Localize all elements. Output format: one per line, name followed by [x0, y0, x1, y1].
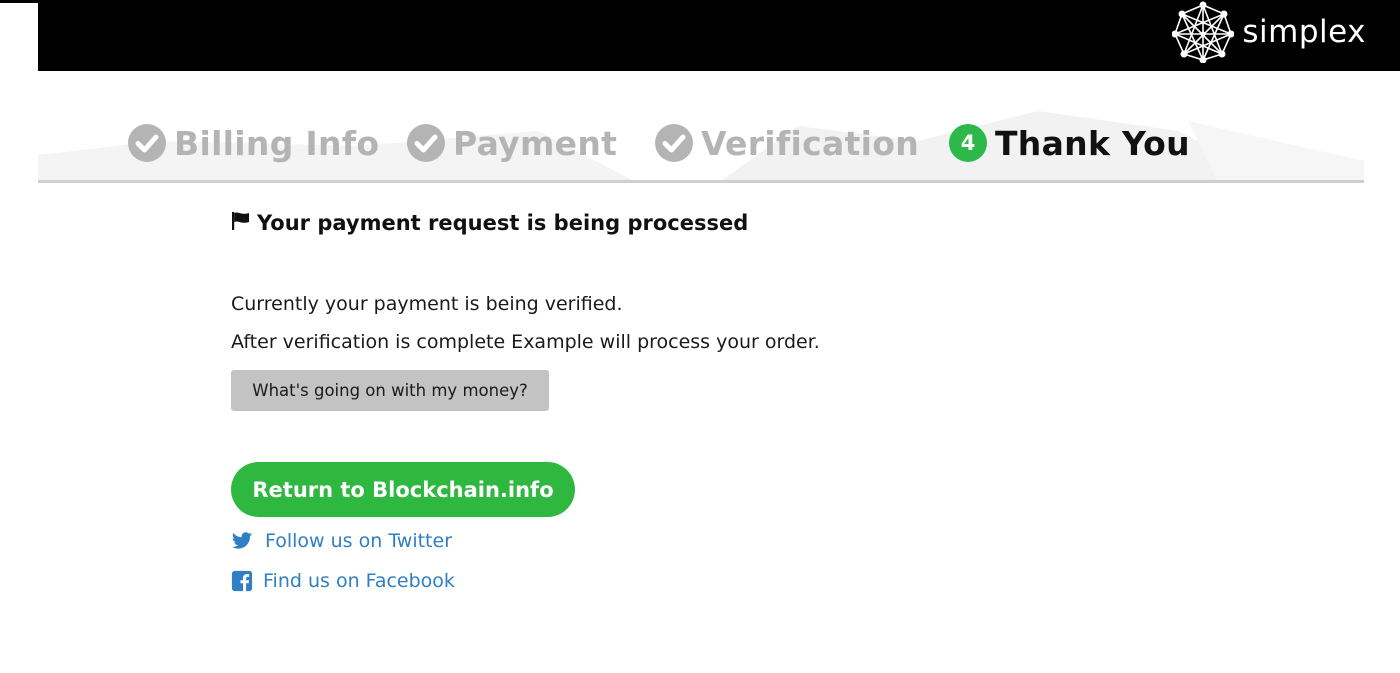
- brand[interactable]: simplex: [1172, 1, 1366, 63]
- status-line-2: After verification is complete Example w…: [231, 331, 820, 353]
- facebook-icon: [231, 570, 253, 592]
- step-label: Verification: [701, 123, 920, 163]
- step-verification: Verification: [655, 121, 919, 165]
- confirmation-panel: Your payment request is being processed …: [231, 205, 1131, 592]
- twitter-bird-icon: [231, 532, 253, 549]
- step-thank-you: 4 Thank You: [949, 121, 1190, 165]
- simplex-logo-icon: [1172, 1, 1235, 63]
- step-number-badge: 4: [949, 124, 987, 162]
- steps-divider: [38, 180, 1364, 183]
- heading-text: Your payment request is being processed: [257, 211, 749, 235]
- check-circle-icon: [407, 124, 445, 162]
- step-label: Thank You: [995, 123, 1190, 163]
- status-heading: Your payment request is being processed: [231, 205, 1131, 241]
- check-circle-icon: [655, 124, 693, 162]
- twitter-link[interactable]: Follow us on Twitter: [231, 530, 452, 552]
- flag-icon: [232, 212, 249, 230]
- facebook-link-text: Find us on Facebook: [263, 570, 455, 592]
- status-line-1: Currently your payment is being verified…: [231, 293, 623, 315]
- twitter-link-text: Follow us on Twitter: [265, 530, 453, 552]
- step-label: Payment: [453, 123, 618, 163]
- checkout-steps: Billing Info Payment Verification 4 Than…: [38, 71, 1364, 183]
- brand-name: simplex: [1242, 14, 1366, 50]
- return-to-blockchain-button[interactable]: Return to Blockchain.info: [231, 462, 575, 517]
- facebook-link[interactable]: Find us on Facebook: [231, 570, 455, 592]
- step-label: Billing Info: [174, 123, 380, 163]
- top-bar: simplex: [0, 0, 1400, 71]
- check-circle-icon: [128, 124, 166, 162]
- step-payment: Payment: [407, 121, 617, 165]
- whats-going-on-button[interactable]: What's going on with my money?: [231, 370, 549, 411]
- step-billing-info: Billing Info: [128, 121, 379, 165]
